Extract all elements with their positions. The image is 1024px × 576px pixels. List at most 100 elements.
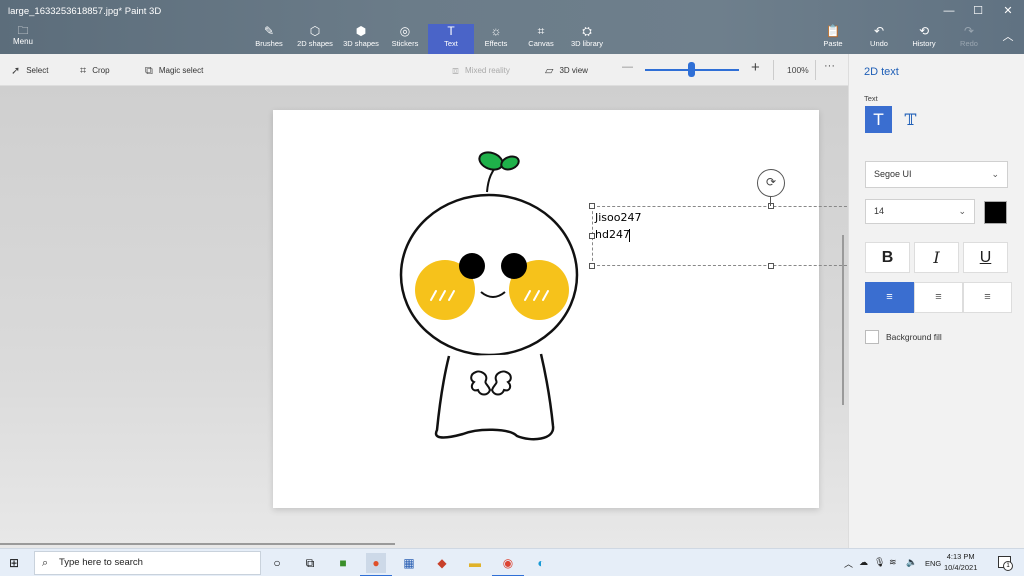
3d-text-button[interactable]: 𝕋 [897,106,924,133]
redo-icon: ↷ [963,24,975,38]
text-section-label: Text [864,94,878,103]
microphone-icon[interactable]: 🎙 [874,557,885,568]
minecraft-icon: ■ [339,556,347,570]
chevron-up-icon: ︿ [1002,31,1014,43]
close-button[interactable]: ✕ [994,2,1022,20]
resize-handle[interactable] [768,203,774,209]
date: 10/4/2021 [944,563,978,572]
align-right-icon: ≡ [984,291,991,303]
brushes-tool[interactable]: ✎ Brushes [253,24,285,54]
panel-title: 2D text [864,66,899,78]
effects-tool[interactable]: ☼ Effects [481,24,511,54]
3d-shapes-tool[interactable]: ⬢ 3D shapes [341,24,381,54]
redo-button[interactable]: ↷ Redo [955,24,983,54]
rotate-stem [770,197,771,206]
2d-shapes-tool[interactable]: ⬡ 2D shapes [296,24,334,54]
resize-handle[interactable] [768,263,774,269]
vertical-scrollbar[interactable] [842,235,844,405]
align-left-button[interactable]: ≡ [865,282,914,313]
mixed-reality-button[interactable]: ⧈ Mixed reality [452,64,510,78]
paint-3d-app[interactable]: ● [360,553,392,576]
history-label: History [912,39,936,48]
paste-label: Paste [823,39,843,48]
chevron-down-icon: ⌄ [991,169,999,179]
chevron-down-icon: ⌄ [958,206,966,216]
collapse-ribbon-button[interactable]: ︿ [994,28,1022,46]
align-center-button[interactable]: ≡ [914,282,963,313]
align-right-button[interactable]: ≡ [963,282,1012,313]
bold-button[interactable]: B [865,242,910,273]
stickers-icon: ◎ [399,24,411,38]
menu-button[interactable]: 🗀 Menu [8,25,38,46]
taskbar-search[interactable]: ⌕ Type here to search [34,551,261,575]
rotate-icon: ⟳ [765,175,777,189]
calculator-app[interactable]: ▦ [399,553,419,573]
align-left-icon: ≡ [886,291,893,303]
magic-select-label: Magic select [158,66,204,75]
brushes-label: Brushes [255,39,283,48]
wifi-icon[interactable]: ≋ [889,557,897,568]
zoom-slider-thumb[interactable] [688,62,695,77]
resize-handle[interactable] [589,263,595,269]
onedrive-icon[interactable]: ☁ [859,557,868,568]
horizontal-scrollbar[interactable] [0,543,395,545]
start-button[interactable]: ⊞ [9,556,19,570]
underline-button[interactable]: U [963,242,1008,273]
undo-button[interactable]: ↶ Undo [865,24,893,54]
language-indicator[interactable]: ENG [925,559,941,568]
game-app[interactable]: ◆ [432,553,452,573]
more-options-button[interactable]: ··· [824,60,835,72]
history-button[interactable]: ⟲ History [908,24,940,54]
cortana-button[interactable]: ○ [267,553,287,573]
text-color-swatch[interactable] [984,201,1007,224]
drawing-canvas[interactable] [273,110,819,508]
3d-view-button[interactable]: ▱ 3D view [545,64,588,78]
canvas-tool[interactable]: ⌗ Canvas [526,24,556,54]
crop-label: Crop [92,66,110,75]
mixed-reality-label: Mixed reality [465,66,510,75]
resize-handle[interactable] [589,203,595,209]
font-size-select[interactable]: 14 ⌄ [865,199,975,224]
file-explorer-app[interactable]: ▬ [465,553,485,573]
show-hidden-icons-button[interactable]: ︿ [844,557,853,570]
font-family-select[interactable]: Segoe UI ⌄ [865,161,1008,188]
rotate-handle[interactable]: ⟳ [757,169,785,197]
text-line[interactable]: Jisoo247 [595,211,642,224]
text-tool[interactable]: T Text [428,24,474,54]
clock[interactable]: 4:13 PM 10/4/2021 [944,551,977,573]
folder-icon: 🗀 [17,25,29,37]
2d-text-button[interactable]: T [865,106,892,133]
text-line[interactable]: hd247 [595,228,630,241]
mixed-reality-icon: ⧈ [452,65,459,77]
italic-button[interactable]: I [914,242,959,273]
title-bar: large_1633253618857.jpg* Paint 3D — ☐ ✕ … [0,0,1024,54]
effects-label: Effects [484,39,508,48]
zoom-out-button[interactable]: — [622,61,633,73]
text-caret [629,229,630,242]
magic-select-button[interactable]: ⧉ Magic select [145,64,203,78]
paste-icon: 📋 [825,24,841,38]
maximize-button[interactable]: ☐ [964,2,992,20]
edge-app[interactable]: ◐ [531,553,551,573]
minecraft-app[interactable]: ■ [333,553,353,573]
3d-library-tool[interactable]: ⛭ 3D library [567,24,607,54]
zoom-in-button[interactable]: + [751,59,760,76]
effects-icon: ☼ [490,24,502,38]
crop-button[interactable]: ⌗ Crop [80,64,110,78]
cartoon-sprout-drawing [399,151,579,441]
stickers-tool[interactable]: ◎ Stickers [389,24,421,54]
task-view-button[interactable]: ⧉ [300,553,320,573]
canvas-label: Canvas [528,39,554,48]
chevron-up-icon: ︿ [844,559,854,569]
volume-icon[interactable]: 🔈 [906,557,917,568]
chrome-app[interactable]: ◉ [492,553,524,576]
text-panel: 2D text Text T 𝕋 Segoe UI ⌄ 14 ⌄ B I U ≡… [848,54,1024,548]
select-button[interactable]: ➚ Select [11,64,48,78]
background-fill-checkbox[interactable] [865,330,879,344]
zoom-percent[interactable]: 100% [787,65,809,75]
edge-icon: ◐ [537,556,545,570]
paste-button[interactable]: 📋 Paste [819,24,847,54]
background-fill-label: Background fill [886,332,942,342]
minimize-button[interactable]: — [935,2,963,20]
divider [773,60,774,80]
